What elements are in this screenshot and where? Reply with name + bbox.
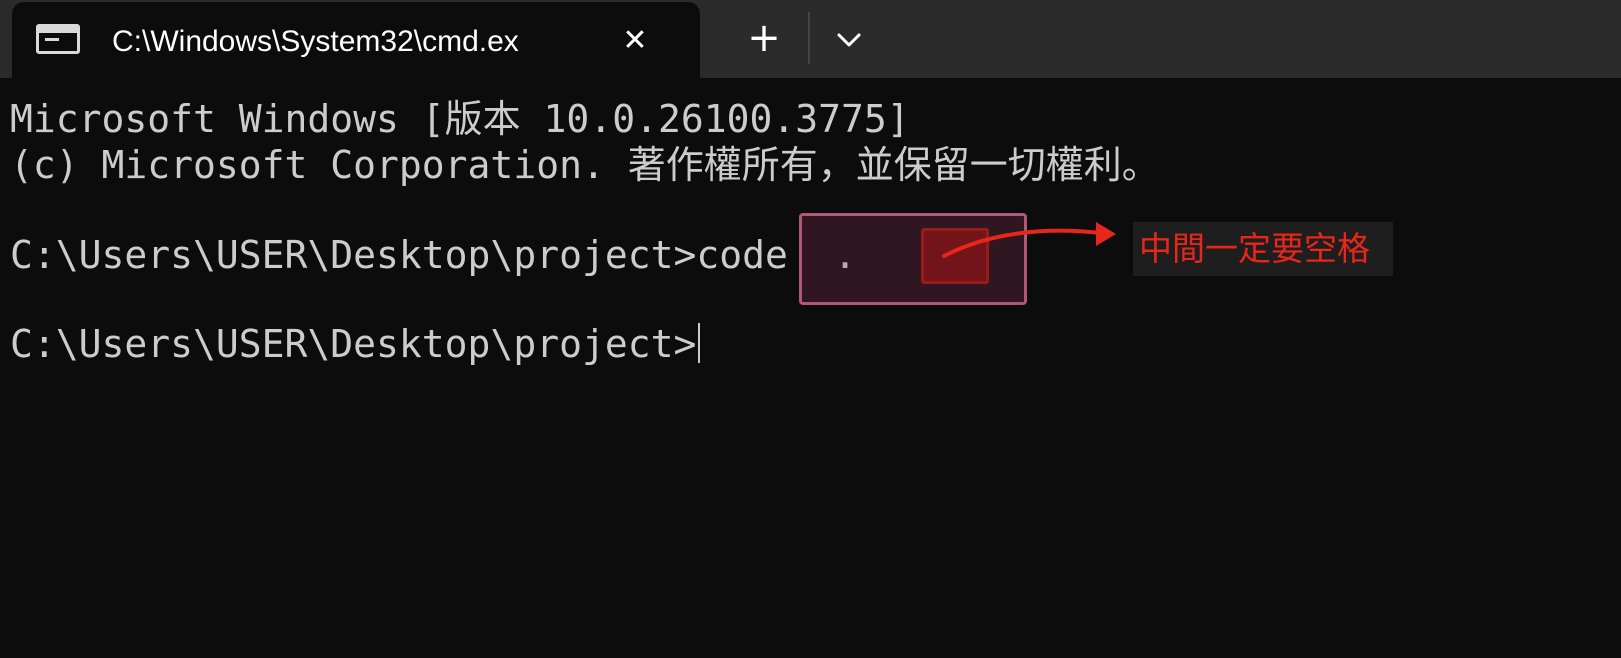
tab-title: C:\Windows\System32\cmd.ex xyxy=(112,25,519,58)
console-line-version: Microsoft Windows [版本 10.0.26100.3775] xyxy=(10,97,910,141)
annotation-arrow-icon xyxy=(942,222,1116,258)
new-tab-button[interactable]: + xyxy=(742,16,786,60)
prompt: C:\Users\USER\Desktop\project> xyxy=(10,233,697,277)
console-line-command: C:\Users\USER\Desktop\project>code . xyxy=(10,232,857,278)
close-tab-button[interactable]: ✕ xyxy=(618,24,652,58)
terminal-window: C:\Windows\System32\cmd.ex ✕ + Microsoft… xyxy=(0,0,1621,658)
console-output[interactable]: Microsoft Windows [版本 10.0.26100.3775] (… xyxy=(0,78,1621,658)
tab-bar: C:\Windows\System32\cmd.ex ✕ + xyxy=(0,0,1621,78)
chevron-down-icon[interactable] xyxy=(828,20,870,60)
console-line-copyright: (c) Microsoft Corporation. 著作權所有，並保留一切權利… xyxy=(10,143,1160,187)
tab-cmd[interactable]: C:\Windows\System32\cmd.ex ✕ xyxy=(12,2,700,78)
annotation-note: 中間一定要空格 xyxy=(1133,222,1393,276)
console-window-icon xyxy=(36,24,80,54)
prompt: C:\Users\USER\Desktop\project> xyxy=(10,322,697,366)
text-cursor xyxy=(698,323,701,363)
tab-divider xyxy=(808,12,810,64)
console-line-input[interactable]: C:\Users\USER\Desktop\project> xyxy=(10,321,701,367)
